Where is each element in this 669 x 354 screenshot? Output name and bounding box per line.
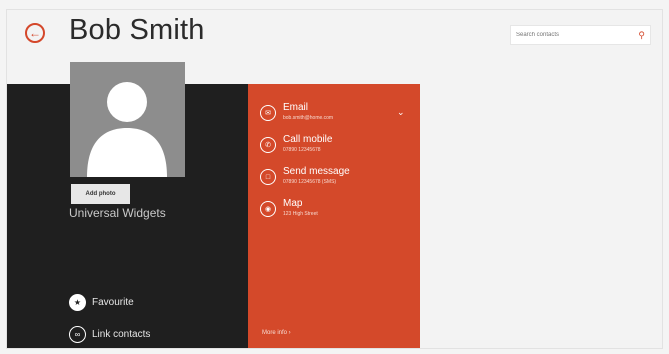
map-pin-icon: ◉: [260, 201, 276, 217]
person-silhouette-icon: [87, 82, 167, 177]
send-message-label: Send message: [283, 166, 350, 177]
link-icon: ∞: [69, 326, 86, 343]
contact-window: ← Bob Smith ⚲ Add photo Universal Widget…: [6, 9, 663, 349]
map-label: Map: [283, 198, 303, 209]
page-title: Bob Smith: [69, 14, 205, 46]
message-icon: □: [260, 169, 276, 185]
email-action[interactable]: ✉ Email bob.smith@home.com: [260, 102, 333, 122]
email-icon: ✉: [260, 105, 276, 121]
street-address: 123 High Street: [283, 211, 318, 217]
send-message-action[interactable]: □ Send message 07890 12345678 (SMS): [260, 166, 350, 186]
favourite-button[interactable]: ★ Favourite: [69, 294, 134, 311]
favourite-label: Favourite: [92, 297, 134, 308]
mobile-number: 07890 12345678: [283, 147, 321, 153]
contact-photo[interactable]: [70, 62, 185, 177]
back-button[interactable]: ←: [25, 23, 45, 43]
add-photo-button[interactable]: Add photo: [71, 184, 130, 204]
star-icon: ★: [69, 294, 86, 311]
more-info-link[interactable]: More info ›: [262, 330, 291, 336]
search-icon[interactable]: ⚲: [638, 30, 645, 41]
email-label: Email: [283, 102, 309, 113]
chevron-down-icon[interactable]: ⌄: [397, 107, 405, 118]
sms-number: 07890 12345678 (SMS): [283, 179, 337, 185]
back-arrow-icon: ←: [29, 26, 41, 40]
company-name: Universal Widgets: [69, 206, 166, 220]
link-contacts-button[interactable]: ∞ Link contacts: [69, 326, 150, 343]
call-mobile-label: Call mobile: [283, 134, 333, 145]
link-contacts-label: Link contacts: [92, 329, 151, 340]
search-box[interactable]: ⚲: [510, 25, 651, 45]
phone-icon: ✆: [260, 137, 276, 153]
email-address: bob.smith@home.com: [283, 115, 334, 121]
map-action[interactable]: ◉ Map 123 High Street: [260, 198, 318, 218]
call-mobile-action[interactable]: ✆ Call mobile 07890 12345678: [260, 134, 332, 154]
search-input[interactable]: [516, 32, 626, 38]
